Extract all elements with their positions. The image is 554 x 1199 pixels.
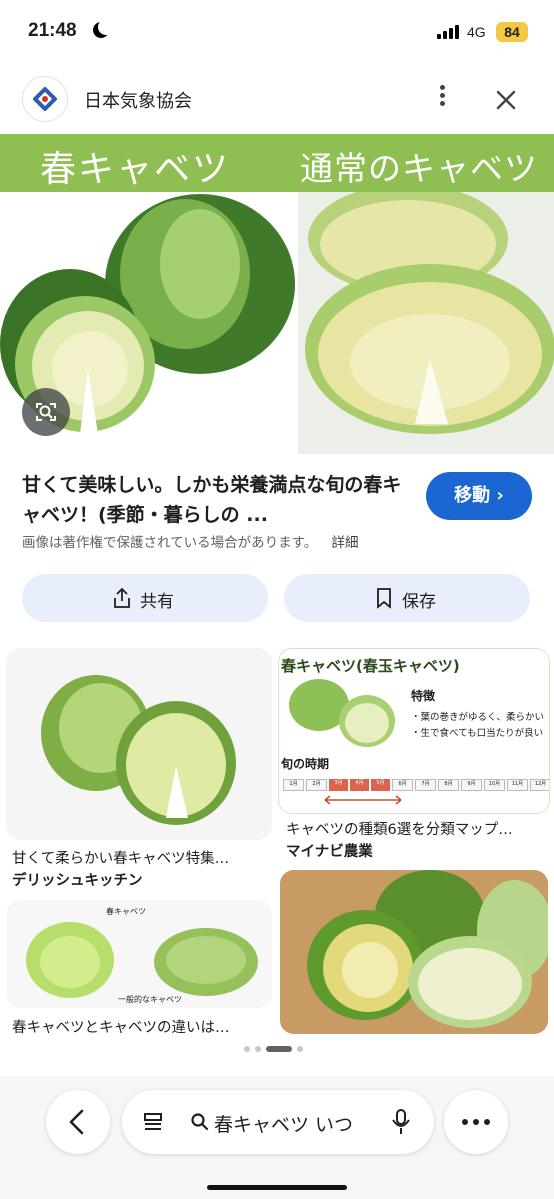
- month-cell: 11月: [507, 779, 528, 791]
- chevron-right-icon: ›: [496, 485, 504, 506]
- result-title[interactable]: 甘くて美味しい。しかも栄養満点な旬の春キャベツ！(季節・暮らしの ...: [22, 470, 402, 530]
- month-cell: 8月: [438, 779, 459, 791]
- chevron-left-icon: [69, 1109, 84, 1135]
- month-cell: 5月: [371, 779, 390, 791]
- save-label: 保存: [402, 592, 436, 612]
- share-icon: [114, 587, 130, 608]
- save-button[interactable]: 保存: [284, 574, 530, 622]
- month-cell: 10月: [484, 779, 505, 791]
- thumb-feature-1: ・葉の巻きがゆるく、柔らかい: [411, 712, 545, 723]
- search-query[interactable]: 春キャベツ いつ: [214, 1110, 353, 1137]
- network-type: 4G: [467, 24, 486, 40]
- related-source-1: デリッシュキッチン: [12, 873, 143, 889]
- details-link[interactable]: 詳細: [332, 535, 359, 551]
- battery-indicator: 84: [496, 22, 528, 42]
- related-image-4[interactable]: [280, 870, 548, 1034]
- month-cell: 7月: [415, 779, 436, 791]
- month-cell: 12月: [530, 779, 549, 791]
- related-caption-1[interactable]: 甘くて柔らかい春キャベツ特集…: [12, 847, 270, 868]
- month-cell: 1月: [283, 779, 304, 791]
- site-name[interactable]: 日本気象協会: [84, 87, 192, 113]
- copyright-notice: 画像は著作権で保護されている場合があります。 詳細: [22, 531, 359, 551]
- cellular-signal-icon: [437, 23, 459, 39]
- microphone-icon[interactable]: [390, 1108, 412, 1136]
- main-image[interactable]: 春キャベツ 通常のキャベツ: [0, 134, 554, 454]
- hero-label-normal: 通常のキャベツ: [300, 149, 538, 188]
- copyright-text: 画像は著作権で保護されている場合があります。: [22, 535, 318, 551]
- thumb-feature-heading: 特徴: [411, 689, 436, 703]
- share-button[interactable]: 共有: [22, 574, 268, 622]
- search-bar[interactable]: 春キャベツ いつ: [122, 1090, 434, 1154]
- season-arrow-icon: [324, 795, 402, 805]
- more-options-icon[interactable]: [428, 82, 456, 118]
- more-menu-button[interactable]: [444, 1090, 508, 1154]
- search-icon: [191, 1113, 209, 1131]
- month-cell: 6月: [392, 779, 413, 791]
- share-label: 共有: [140, 592, 174, 612]
- status-time: 21:48: [28, 20, 77, 41]
- cabbage-board-thumbnail: [280, 870, 548, 1034]
- month-cell: 9月: [461, 779, 482, 791]
- bookmark-icon: [377, 588, 391, 609]
- focus-moon-icon: [98, 19, 114, 35]
- related-source-2: マイナビ農業: [286, 844, 373, 860]
- related-caption-3[interactable]: 春キャベツとキャベツの違いは…: [12, 1016, 270, 1037]
- month-cell: 2月: [306, 779, 327, 791]
- hero-label-spring: 春キャベツ: [40, 149, 231, 190]
- cabbage-thumbnail: [41, 675, 236, 825]
- thumb-season-heading: 旬の時期: [281, 757, 330, 771]
- tabs-list-icon[interactable]: [140, 1109, 166, 1135]
- related-image-3[interactable]: 春キャベツ 一般的なキャベツ: [6, 900, 272, 1008]
- viewer-header: 日本気象協会: [0, 72, 554, 128]
- back-button[interactable]: [46, 1090, 110, 1154]
- site-favicon-icon: [22, 76, 68, 122]
- visit-button[interactable]: 移動 ›: [426, 472, 532, 520]
- lens-search-button[interactable]: [22, 388, 70, 436]
- status-bar: 21:48 4G 84: [0, 0, 554, 68]
- thumb-feature-2: ・生で食べても口当たりが良い: [411, 728, 544, 739]
- thumb-label-spring: 春キャベツ: [106, 907, 146, 916]
- page-indicator: [244, 1046, 303, 1052]
- related-image-2[interactable]: 春キャベツ(春玉キャベツ) 特徴 ・葉の巻きがゆるく、柔らかい ・生で食べても口…: [278, 648, 550, 814]
- visit-button-label: 移動: [454, 485, 491, 506]
- related-image-1[interactable]: [6, 648, 272, 840]
- close-icon[interactable]: [490, 84, 522, 116]
- month-cell: 3月: [329, 779, 348, 791]
- related-caption-2[interactable]: キャベツの種類6選を分類マップ…: [286, 818, 548, 839]
- month-cell: 4月: [350, 779, 369, 791]
- lens-icon: [36, 403, 56, 421]
- more-dots-icon: [462, 1119, 468, 1125]
- thumb-label-normal: 一般的なキャベツ: [118, 995, 182, 1004]
- month-row: 1月 2月 3月 4月 5月 6月 7月 8月 9月 10月 11月 12月: [283, 779, 549, 791]
- home-indicator: [207, 1185, 347, 1190]
